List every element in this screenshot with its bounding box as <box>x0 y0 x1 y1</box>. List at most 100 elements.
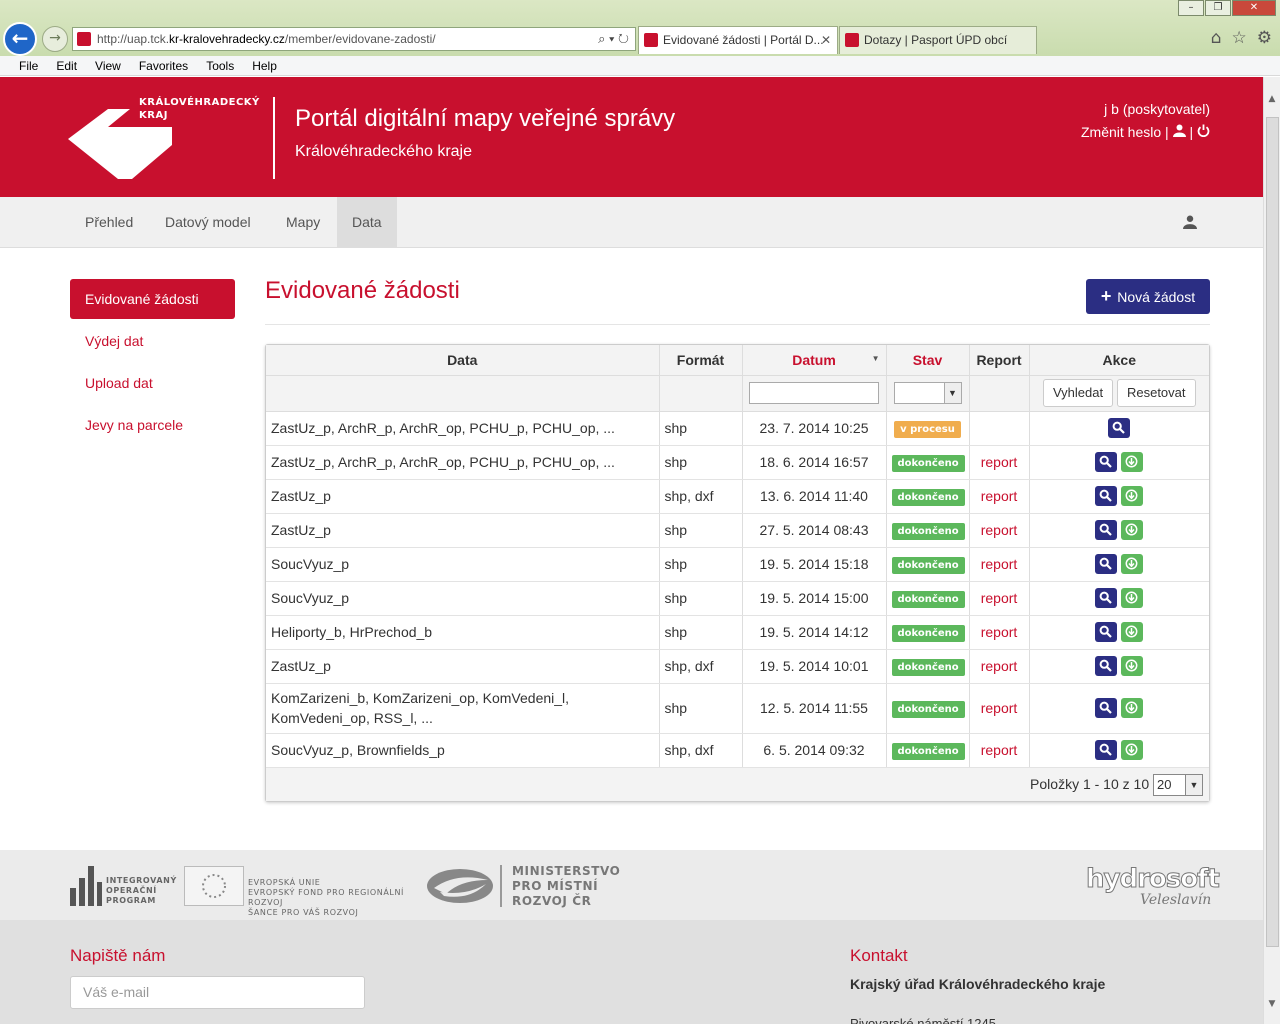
site-title: Portál digitální mapy veřejné správy <box>295 105 676 132</box>
view-search-icon[interactable] <box>1095 656 1118 676</box>
report-link[interactable]: report <box>981 522 1018 538</box>
cell-data: ZastUz_p <box>266 649 660 684</box>
sidebar-item-evidovane-zadosti[interactable]: Evidované žádosti <box>70 279 235 319</box>
table-row[interactable]: ZastUz_p, ArchR_p, ArchR_op, PCHU_p, PCH… <box>266 445 1209 480</box>
close-tab-icon[interactable]: ✕ <box>821 27 831 53</box>
date-filter-input[interactable] <box>749 382 879 404</box>
window-controls: – ❐ ✕ <box>1178 0 1276 16</box>
table-row[interactable]: KomZarizeni_b, KomZarizeni_op, KomVedeni… <box>266 683 1209 734</box>
report-link[interactable]: report <box>981 658 1018 674</box>
report-link[interactable]: report <box>981 556 1018 572</box>
report-link[interactable]: report <box>981 624 1018 640</box>
view-search-icon[interactable] <box>1095 740 1118 760</box>
download-icon[interactable] <box>1121 588 1144 608</box>
address-bar[interactable]: http://uap.tck.kr-kralovehradecky.cz/mem… <box>72 27 636 51</box>
search-refresh-icon[interactable]: ⌕ ▾ ↻ <box>598 28 629 50</box>
report-link[interactable]: report <box>981 488 1018 504</box>
menu-view[interactable]: View <box>86 56 130 75</box>
status-badge: dokončeno <box>891 556 965 574</box>
report-link[interactable]: report <box>981 454 1018 470</box>
nav-mapy[interactable]: Mapy <box>271 197 335 248</box>
email-field[interactable]: Váš e-mail <box>70 976 365 1009</box>
scroll-up-icon[interactable]: ▲ <box>1264 91 1280 107</box>
filter-reset-button[interactable]: Resetovat <box>1116 379 1196 407</box>
download-icon[interactable] <box>1121 520 1144 540</box>
table-row[interactable]: SoucVyuz_p shp 19. 5. 2014 15:00 dokončeno r… <box>266 581 1209 616</box>
page-size-select[interactable]: 20 ▼ <box>1153 773 1203 796</box>
kraj-logo-icon[interactable] <box>68 109 178 181</box>
user-profile-icon[interactable] <box>1172 124 1190 140</box>
menu-tools[interactable]: Tools <box>197 56 243 75</box>
status-badge: v procesu <box>894 420 961 438</box>
tab-evidovane-zadosti[interactable]: Evidované žádosti | Portál D... ✕ <box>638 26 838 54</box>
table-row[interactable]: SoucVyuz_p shp 19. 5. 2014 15:18 dokončeno r… <box>266 547 1209 582</box>
col-report[interactable]: Report <box>969 345 1030 376</box>
download-icon[interactable] <box>1121 554 1144 574</box>
cell-date: 12. 5. 2014 11:55 <box>742 683 887 734</box>
view-search-icon[interactable] <box>1095 588 1118 608</box>
back-button[interactable]: ← <box>3 22 37 56</box>
cell-status: dokončeno <box>886 683 970 734</box>
logout-power-icon[interactable] <box>1197 124 1210 140</box>
scroll-down-icon[interactable]: ▼ <box>1264 996 1280 1012</box>
download-icon[interactable] <box>1121 452 1144 472</box>
view-search-icon[interactable] <box>1095 698 1118 718</box>
table-row[interactable]: ZastUz_p shp 27. 5. 2014 08:43 dokončeno rep… <box>266 513 1209 548</box>
view-search-icon[interactable] <box>1095 452 1118 472</box>
restore-icon[interactable]: ❐ <box>1205 0 1231 16</box>
cell-data: SoucVyuz_p <box>266 547 660 582</box>
download-icon[interactable] <box>1121 622 1144 642</box>
change-password-link[interactable]: Změnit heslo <box>1081 124 1161 140</box>
col-datum[interactable]: Datum ▼ <box>742 345 887 376</box>
report-link[interactable]: report <box>981 590 1018 606</box>
table-row[interactable]: ZastUz_p shp, dxf 13. 6. 2014 11:40 dokonče… <box>266 479 1209 514</box>
close-icon[interactable]: ✕ <box>1232 0 1276 16</box>
menu-help[interactable]: Help <box>243 56 286 75</box>
settings-gear-icon[interactable]: ⚙ <box>1257 28 1272 48</box>
sidebar-item-vydej-dat[interactable]: Výdej dat <box>70 321 235 361</box>
page-scrollbar[interactable]: ▲ ▼ <box>1263 77 1280 1024</box>
view-search-icon[interactable] <box>1095 486 1118 506</box>
col-datum-label: Datum <box>792 351 836 368</box>
download-icon[interactable] <box>1121 698 1144 718</box>
view-search-icon[interactable] <box>1095 520 1118 540</box>
view-search-icon[interactable] <box>1108 418 1131 438</box>
table-row[interactable]: ZastUz_p, ArchR_p, ArchR_op, PCHU_p, PCH… <box>266 411 1209 446</box>
menu-favorites[interactable]: Favorites <box>130 56 197 75</box>
col-format[interactable]: Formát <box>659 345 743 376</box>
table-body: ZastUz_p, ArchR_p, ArchR_op, PCHU_p, PCH… <box>266 411 1209 768</box>
filter-search-button[interactable]: Vyhledat <box>1042 379 1114 407</box>
cell-status: dokončeno <box>886 479 970 514</box>
nav-data[interactable]: Data <box>337 197 397 248</box>
minimize-icon[interactable]: – <box>1178 0 1204 16</box>
report-link[interactable]: report <box>981 742 1018 758</box>
menu-edit[interactable]: Edit <box>47 56 86 75</box>
download-icon[interactable] <box>1121 486 1144 506</box>
table-row[interactable]: SoucVyuz_p, Brownfields_p shp, dxf 6. 5. 2… <box>266 733 1209 768</box>
scroll-thumb[interactable] <box>1266 117 1279 947</box>
view-search-icon[interactable] <box>1095 554 1118 574</box>
user-icon[interactable] <box>1183 214 1197 233</box>
nav-prehled[interactable]: Přehled <box>70 197 148 248</box>
table-row[interactable]: Heliporty_b, HrPrechod_b shp 19. 5. 2014 1… <box>266 615 1209 650</box>
download-icon[interactable] <box>1121 656 1144 676</box>
cell-date: 13. 6. 2014 11:40 <box>742 479 887 514</box>
menu-file[interactable]: File <box>10 56 47 75</box>
table-row[interactable]: ZastUz_p shp, dxf 19. 5. 2014 10:01 dokonče… <box>266 649 1209 684</box>
sidebar-item-upload-dat[interactable]: Upload dat <box>70 363 235 403</box>
new-request-button[interactable]: + Nová žádost <box>1086 279 1210 314</box>
col-data[interactable]: Data <box>266 345 660 376</box>
download-icon[interactable] <box>1121 740 1144 760</box>
view-search-icon[interactable] <box>1095 622 1118 642</box>
status-filter-select[interactable]: ▼ <box>893 382 962 404</box>
nav-datovy-model[interactable]: Datový model <box>150 197 266 248</box>
report-link[interactable]: report <box>981 700 1018 716</box>
main-nav: Přehled Datový model Mapy Data <box>0 197 1263 248</box>
forward-button[interactable]: → <box>42 26 68 52</box>
cell-actions <box>1029 479 1209 514</box>
favorites-star-icon[interactable]: ☆ <box>1232 28 1247 48</box>
col-stav[interactable]: Stav <box>886 345 970 376</box>
home-icon[interactable]: ⌂ <box>1211 28 1222 48</box>
sidebar-item-jevy-na-parcele[interactable]: Jevy na parcele <box>70 405 235 445</box>
tab-dotazy[interactable]: Dotazy | Pasport ÚPD obcí <box>839 26 1037 54</box>
